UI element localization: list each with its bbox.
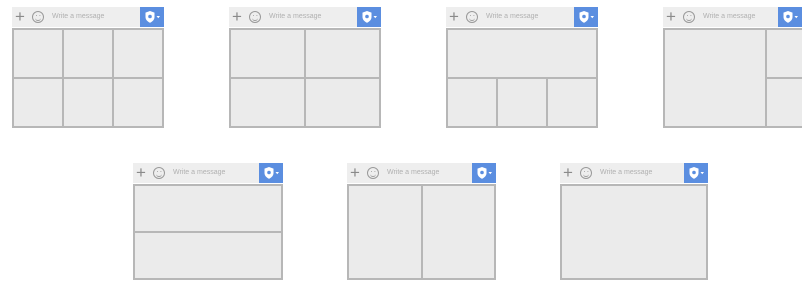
shield-icon <box>362 11 377 23</box>
layout-cell <box>14 79 62 126</box>
message-composer: + Write a message <box>663 7 802 27</box>
message-composer: + Write a message <box>133 163 283 183</box>
layout-cell <box>135 186 281 231</box>
layout-panel <box>446 28 598 128</box>
shield-icon <box>477 167 492 179</box>
layout-cell <box>498 79 546 126</box>
message-input[interactable]: Write a message <box>703 7 755 27</box>
message-input[interactable]: Write a message <box>173 163 225 183</box>
layout-panel <box>133 184 283 280</box>
layout-cell <box>64 79 112 126</box>
smiley-icon[interactable] <box>32 11 44 23</box>
layout-panel <box>12 28 164 128</box>
layout-variant-single[interactable]: + Write a message <box>560 163 708 280</box>
layout-variant-six-grid[interactable]: + Write a message <box>12 7 164 128</box>
chevron-down-icon <box>590 16 594 19</box>
layout-cell <box>349 186 421 278</box>
shield-icon <box>689 167 704 179</box>
shield-button[interactable] <box>140 7 164 27</box>
layout-panel <box>663 28 802 128</box>
layout-cell <box>306 79 379 126</box>
shield-icon <box>264 167 279 179</box>
plus-icon[interactable]: + <box>666 7 676 27</box>
layout-variant-two-columns[interactable]: + Write a message <box>347 163 496 280</box>
shield-button[interactable] <box>778 7 802 27</box>
message-input[interactable]: Write a message <box>387 163 439 183</box>
layout-cell <box>114 79 162 126</box>
shield-button[interactable] <box>472 163 496 183</box>
smiley-icon[interactable] <box>153 167 165 179</box>
message-composer: + Write a message <box>229 7 381 27</box>
layout-cell <box>135 233 281 278</box>
message-input[interactable]: Write a message <box>486 7 538 27</box>
layout-cell <box>231 79 304 126</box>
layout-panel <box>347 184 496 280</box>
chevron-down-icon <box>794 16 798 19</box>
shield-button[interactable] <box>684 163 708 183</box>
layout-cell <box>14 30 62 77</box>
plus-icon[interactable]: + <box>563 163 573 183</box>
layout-variant-two-rows[interactable]: + Write a message <box>133 163 283 280</box>
chevron-down-icon <box>156 16 160 19</box>
layout-cell <box>231 30 304 77</box>
plus-icon[interactable]: + <box>232 7 242 27</box>
chevron-down-icon <box>373 16 377 19</box>
layout-variant-four-grid[interactable]: + Write a message <box>229 7 381 128</box>
layout-variant-one-left-two-right[interactable]: + Write a message <box>663 7 802 128</box>
shield-icon <box>579 11 594 23</box>
chevron-down-icon <box>488 172 492 175</box>
layout-cell <box>665 30 765 126</box>
smiley-icon[interactable] <box>367 167 379 179</box>
layout-variant-one-top-three-bottom[interactable]: + Write a message <box>446 7 598 128</box>
plus-icon[interactable]: + <box>350 163 360 183</box>
chevron-down-icon <box>275 172 279 175</box>
layout-cell <box>64 30 112 77</box>
message-composer: + Write a message <box>12 7 164 27</box>
layout-cell <box>448 79 496 126</box>
message-composer: + Write a message <box>347 163 496 183</box>
layout-cell <box>422 186 494 278</box>
message-input[interactable]: Write a message <box>52 7 104 27</box>
plus-icon[interactable]: + <box>449 7 459 27</box>
layout-cell <box>306 30 379 77</box>
plus-icon[interactable]: + <box>15 7 25 27</box>
smiley-icon[interactable] <box>466 11 478 23</box>
message-input[interactable]: Write a message <box>269 7 321 27</box>
layout-cell <box>548 79 596 126</box>
layout-cell <box>562 186 706 278</box>
layout-cell <box>448 30 596 77</box>
layout-cell <box>767 79 802 126</box>
shield-button[interactable] <box>574 7 598 27</box>
shield-button[interactable] <box>357 7 381 27</box>
plus-icon[interactable]: + <box>136 163 146 183</box>
layout-cell <box>114 30 162 77</box>
message-composer: + Write a message <box>560 163 708 183</box>
shield-icon <box>783 11 798 23</box>
smiley-icon[interactable] <box>249 11 261 23</box>
layout-panel <box>229 28 381 128</box>
layout-cell <box>767 30 802 77</box>
chevron-down-icon <box>700 172 704 175</box>
shield-button[interactable] <box>259 163 283 183</box>
smiley-icon[interactable] <box>683 11 695 23</box>
smiley-icon[interactable] <box>580 167 592 179</box>
layout-panel <box>560 184 708 280</box>
shield-icon <box>145 11 160 23</box>
message-composer: + Write a message <box>446 7 598 27</box>
message-input[interactable]: Write a message <box>600 163 652 183</box>
